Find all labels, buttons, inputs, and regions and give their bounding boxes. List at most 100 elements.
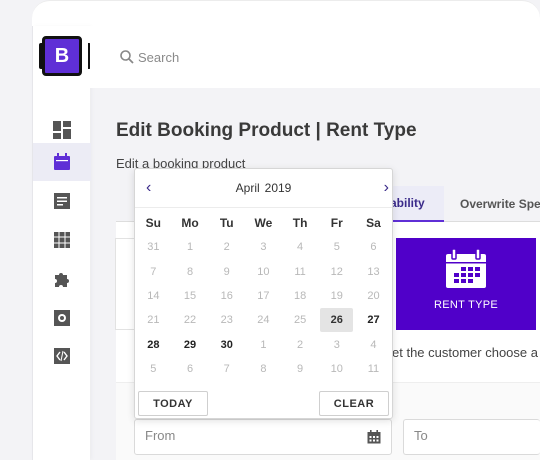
tab-availability[interactable]: ability xyxy=(386,186,444,222)
calendar-icon xyxy=(54,153,70,170)
weekday-label: Mo xyxy=(181,216,199,231)
weekday-label: Fr xyxy=(330,216,343,231)
hint-text: et the customer choose a s xyxy=(392,345,540,360)
day-cell: 7 xyxy=(150,265,157,278)
datepicker-title: April 2019 xyxy=(135,181,392,195)
day-cell[interactable]: 26 xyxy=(320,308,354,333)
weekday-label: We xyxy=(254,216,273,231)
sidebar-item-extensions[interactable] xyxy=(33,260,91,298)
calendar-icon[interactable] xyxy=(367,430,381,444)
day-cell: 6 xyxy=(370,241,377,254)
day-cell: 9 xyxy=(223,265,230,278)
day-cell: 4 xyxy=(297,241,304,254)
tab-availability-label: ability xyxy=(390,196,425,210)
today-button[interactable]: TODAY xyxy=(138,391,208,416)
day-cell: 5 xyxy=(150,362,157,375)
sidebar-item-documents[interactable] xyxy=(33,182,91,220)
day-cell: 9 xyxy=(297,362,304,375)
day-cell: 10 xyxy=(330,362,343,375)
day-cell: 1 xyxy=(186,241,194,254)
to-date-input[interactable] xyxy=(414,428,524,443)
day-cell: 21 xyxy=(147,314,160,327)
rent-type-label: RENT TYPE xyxy=(433,299,499,311)
day-cell: 2 xyxy=(223,241,230,254)
day-cell: 11 xyxy=(367,362,380,375)
datepicker-footer: TODAY CLEAR xyxy=(135,389,392,419)
day-cell: 4 xyxy=(370,338,377,351)
datepicker-grid: Su Mo Tu We Th Fr Sa 31 1 2 3 4 5 6 7 8 9 10 11 12 13 14 15 16 1… xyxy=(135,211,392,381)
weekday-label: Th xyxy=(292,216,308,231)
datepicker-year: 2019 xyxy=(264,181,292,195)
weekday-label: Su xyxy=(145,216,162,231)
week-row: 31 1 2 3 4 5 6 xyxy=(135,235,392,259)
day-cell[interactable]: 28 xyxy=(135,332,172,356)
day-cell: 17 xyxy=(257,290,270,303)
rent-type-option[interactable]: RENT TYPE xyxy=(396,238,536,330)
day-cell: 25 xyxy=(293,314,307,327)
week-row: 5 6 7 8 9 10 11 xyxy=(135,357,392,381)
sidebar-item-apps[interactable] xyxy=(33,221,91,259)
next-month-button[interactable]: › xyxy=(384,180,389,196)
sidebar-item-code[interactable] xyxy=(33,337,91,375)
day-cell: 6 xyxy=(186,362,194,375)
sidebar: B xyxy=(32,26,91,460)
code-icon xyxy=(54,348,70,364)
weekday-header-row: Su Mo Tu We Th Fr Sa xyxy=(135,211,392,235)
clear-button[interactable]: CLEAR xyxy=(319,391,389,416)
grid-icon xyxy=(54,232,70,248)
window-frame-top xyxy=(32,0,540,26)
day-cell: 7 xyxy=(223,362,230,375)
day-cell: 16 xyxy=(220,290,233,303)
day-cell: 20 xyxy=(367,290,380,303)
week-row: 7 8 9 10 11 12 13 xyxy=(135,260,392,284)
day-cell: 19 xyxy=(330,290,343,303)
page-title: Edit Booking Product | Rent Type xyxy=(116,120,417,141)
dashboard-icon xyxy=(53,121,71,139)
from-date-input[interactable] xyxy=(145,428,345,443)
day-cell: 31 xyxy=(147,241,160,254)
document-icon xyxy=(54,193,70,209)
tab-overwrite-spec[interactable]: Overwrite Spec xyxy=(450,186,540,222)
app-root: B Edit Booking Product | Rent Type Edit … xyxy=(0,0,540,460)
to-date-field[interactable] xyxy=(403,419,540,455)
datepicker-header: ‹ April 2019 › xyxy=(135,169,392,207)
weekday-label: Sa xyxy=(366,216,381,231)
day-cell: 22 xyxy=(183,314,197,327)
day-cell[interactable]: 27 xyxy=(355,308,392,332)
tab-overwrite-spec-label: Overwrite Spec xyxy=(460,197,540,211)
sidebar-item-settings[interactable] xyxy=(33,299,91,337)
weekday-label: Tu xyxy=(219,216,234,231)
day-cell: 12 xyxy=(330,265,343,278)
day-cell: 23 xyxy=(220,314,233,327)
from-date-field[interactable] xyxy=(134,419,392,455)
day-cell: 3 xyxy=(260,241,267,254)
day-cell: 8 xyxy=(260,362,267,375)
day-cell: 1 xyxy=(260,338,267,351)
datepicker-divider xyxy=(135,207,392,208)
day-cell: 11 xyxy=(294,265,306,278)
week-row: 28 29 30 1 2 3 4 xyxy=(135,332,392,356)
day-cell: 13 xyxy=(367,265,380,278)
calendar-grid-icon xyxy=(446,248,486,288)
day-cell: 18 xyxy=(293,290,307,303)
day-cell: 24 xyxy=(257,314,270,327)
sidebar-item-calendar[interactable] xyxy=(33,143,91,181)
logo-letter: B xyxy=(54,44,70,67)
day-cell: 8 xyxy=(186,265,194,278)
day-cell[interactable]: 29 xyxy=(172,332,209,356)
day-cell: 3 xyxy=(333,338,340,351)
puzzle-icon xyxy=(55,273,69,287)
top-header xyxy=(90,26,540,88)
week-row: 21 22 23 24 25 26 27 xyxy=(135,308,392,333)
day-cell[interactable]: 30 xyxy=(208,332,245,356)
settings-icon xyxy=(54,310,70,326)
day-cell: 14 xyxy=(147,290,160,303)
day-cell: 15 xyxy=(183,290,197,303)
search-input[interactable] xyxy=(138,47,338,67)
day-cell: 2 xyxy=(297,338,304,351)
app-logo[interactable]: B xyxy=(39,36,91,76)
day-cell: 5 xyxy=(333,241,340,254)
datepicker-popup: ‹ April 2019 › Su Mo Tu We Th Fr Sa 31 1 2 3 4 5 6 7 8 9 1… xyxy=(134,168,393,419)
search-icon xyxy=(120,50,134,64)
day-cell: 10 xyxy=(257,265,270,278)
